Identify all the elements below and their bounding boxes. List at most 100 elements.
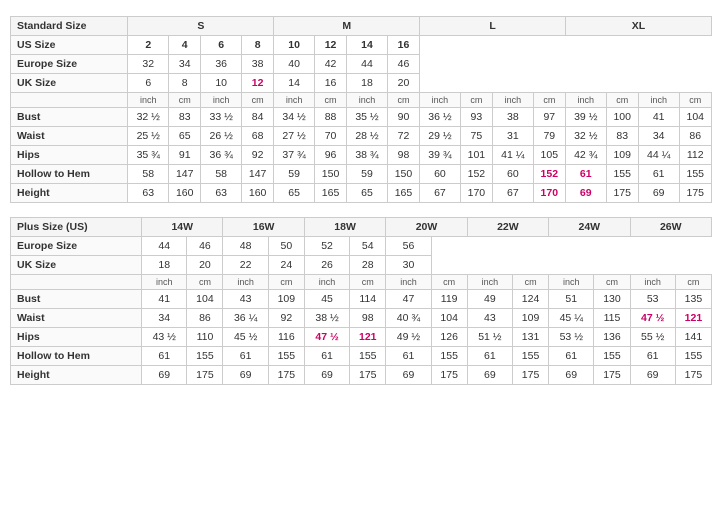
table-cell: 40 [274,55,315,74]
height-cell: 65 [347,184,388,203]
table-cell: 155 [513,347,549,366]
plus-waist-cell: 115 [594,309,630,328]
table-cell: Bust [11,290,142,309]
table-cell: 175 [431,366,467,385]
table-cell: 100 [606,108,638,127]
table-cell: 101 [460,146,492,165]
table-cell: 79 [533,127,565,146]
table-cell: 61 [467,347,512,366]
table-cell: 34 [169,55,201,74]
uk-size-cell: UK Size [11,74,128,93]
standard-dress-size-table: Standard Size S M L XL US Size2468101214… [10,16,712,203]
unit-cell: cm [314,93,346,108]
table-cell: 68 [241,127,273,146]
table-cell: 24 [268,256,304,275]
table-cell: 175 [675,366,711,385]
plus-hips-cell: 136 [594,328,630,347]
hollow-cell: 61 [638,165,679,184]
unit-cell: inch [223,275,268,290]
uk-size-cell: 12 [241,74,273,93]
standard-size-label-header: Standard Size [11,17,128,36]
us-size-cell: 16 [387,36,419,55]
table-cell: 61 [630,347,675,366]
unit-cell: inch [128,93,169,108]
us-size-cell: 2 [128,36,169,55]
table-cell: 34 ½ [274,108,315,127]
uk-size-cell: 14 [274,74,315,93]
plus-waist-cell: 45 ¼ [549,309,594,328]
table-cell: 65 [169,127,201,146]
table-cell: 109 [268,290,304,309]
table-cell: 93 [460,108,492,127]
unit-cell: cm [387,93,419,108]
plus-size-header-cell: 18W [304,218,385,237]
table-cell: 36 ¾ [201,146,242,165]
hollow-cell: 59 [274,165,315,184]
table-cell: 29 ½ [420,127,461,146]
plus-dress-size-table: Plus Size (US)14W16W18W20W22W24W26WEurop… [10,217,712,385]
table-cell: 44 [347,55,388,74]
plus-waist-cell: 104 [431,309,467,328]
table-cell: Height [11,366,142,385]
hollow-cell: 152 [533,165,565,184]
hollow-cell: 59 [347,165,388,184]
unit-cell: inch [420,93,461,108]
xl-group-header: XL [565,17,711,36]
table-cell: 75 [460,127,492,146]
unit-cell: inch [565,93,606,108]
table-cell: 104 [679,108,711,127]
table-cell: 61 [142,347,187,366]
table-cell: 124 [513,290,549,309]
unit-cell: cm [513,275,549,290]
table-cell: 41 ¼ [493,146,534,165]
table-cell: 105 [533,146,565,165]
table-cell: 30 [386,256,431,275]
table-cell: 109 [606,146,638,165]
uk-size-cell: 20 [387,74,419,93]
table-cell: 44 ¼ [638,146,679,165]
table-cell: 42 ¾ [565,146,606,165]
table-cell: 61 [223,347,268,366]
table-cell: 28 [350,256,386,275]
table-cell: 104 [187,290,223,309]
unit-cell: cm [187,275,223,290]
table-cell: 119 [431,290,467,309]
table-cell: 86 [679,127,711,146]
table-cell: 36 ½ [420,108,461,127]
table-cell: 32 ½ [565,127,606,146]
table-cell: 26 [304,256,349,275]
table-cell: 22 [223,256,268,275]
table-cell: 56 [386,237,431,256]
us-size-cell: 8 [241,36,273,55]
uk-size-cell: 10 [201,74,242,93]
plus-hips-cell: 110 [187,328,223,347]
table-cell: 96 [314,146,346,165]
plus-hips-cell: 121 [350,328,386,347]
table-cell: 18 [142,256,187,275]
table-cell: 33 ½ [201,108,242,127]
us-size-cell: 10 [274,36,315,55]
plus-size-header-cell: 14W [142,218,223,237]
table-cell: 97 [533,108,565,127]
height-cell: 63 [201,184,242,203]
plus-hips-cell: 43 ½ [142,328,187,347]
table-cell: 44 [142,237,187,256]
table-cell: 130 [594,290,630,309]
unit-cell: cm [460,93,492,108]
plus-hips-cell: 55 ½ [630,328,675,347]
uk-size-cell: 18 [347,74,388,93]
table-cell: 51 [549,290,594,309]
table-cell: 43 [223,290,268,309]
plus-size-header-cell: Plus Size (US) [11,218,142,237]
unit-cell: inch [304,275,349,290]
height-cell: 165 [387,184,419,203]
table-cell: 49 [467,290,512,309]
table-cell: 155 [350,347,386,366]
hollow-cell: Hollow to Hem [11,165,128,184]
plus-size-header-cell: 16W [223,218,304,237]
height-cell: 63 [128,184,169,203]
plus-waist-cell: 121 [675,309,711,328]
height-cell: 160 [169,184,201,203]
table-cell: 32 [128,55,169,74]
table-cell: 175 [350,366,386,385]
